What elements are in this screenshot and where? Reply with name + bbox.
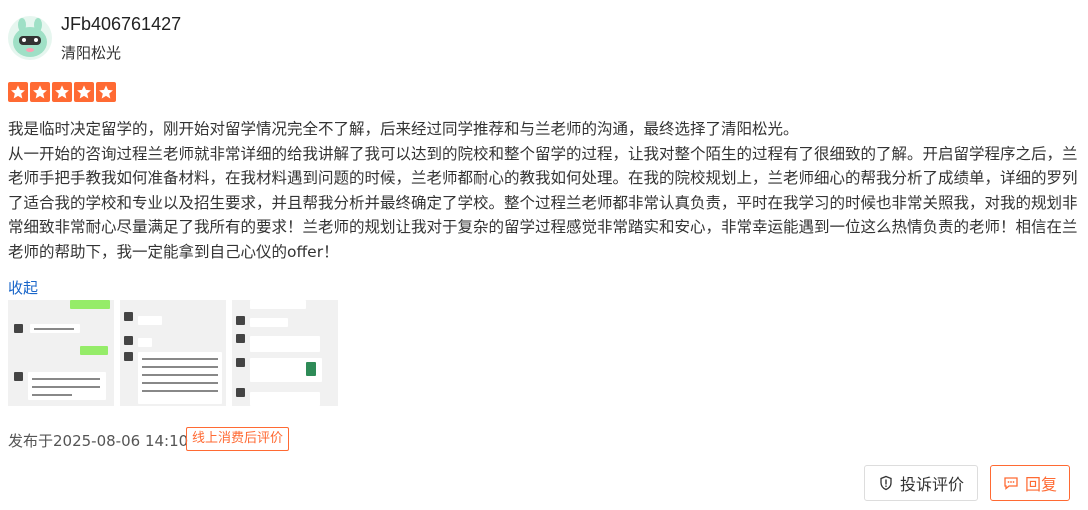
review-paragraph: 我是临时决定留学的，刚开始对留学情况完全不了解，后来经过同学推荐和与兰老师的沟通… [8, 120, 799, 138]
review-image-2[interactable] [120, 300, 226, 406]
star-icon [52, 82, 72, 102]
shield-alert-icon [878, 475, 894, 491]
star-icon [8, 82, 28, 102]
shop-name: 清阳松光 [61, 44, 122, 62]
star-icon [74, 82, 94, 102]
review-source-tag: 线上消费后评价 [186, 427, 290, 451]
review-images [8, 300, 338, 406]
rating-stars [8, 82, 116, 102]
review-text: 我是临时决定留学的，刚开始对留学情况完全不了解，后来经过同学推荐和与兰老师的沟通… [8, 117, 1080, 265]
reply-button-label: 回复 [1024, 475, 1057, 494]
star-icon [96, 82, 116, 102]
reply-button[interactable]: 回复 [990, 465, 1070, 501]
review-image-1[interactable] [8, 300, 114, 406]
comment-icon [1003, 475, 1019, 491]
username: JFb406761427 [61, 14, 182, 34]
user-avatar [8, 16, 52, 60]
review-paragraph: 从一开始的咨询过程兰老师就非常详细的给我讲解了我可以达到的院校和整个留学的过程，… [8, 144, 1078, 261]
collapse-link[interactable]: 收起 [8, 277, 38, 298]
publish-date: 发布于2025-08-06 14:10 [8, 432, 189, 450]
star-icon [30, 82, 50, 102]
complain-button-label: 投诉评价 [899, 475, 964, 494]
complain-button[interactable]: 投诉评价 [864, 465, 978, 501]
review-image-3[interactable] [232, 300, 338, 406]
